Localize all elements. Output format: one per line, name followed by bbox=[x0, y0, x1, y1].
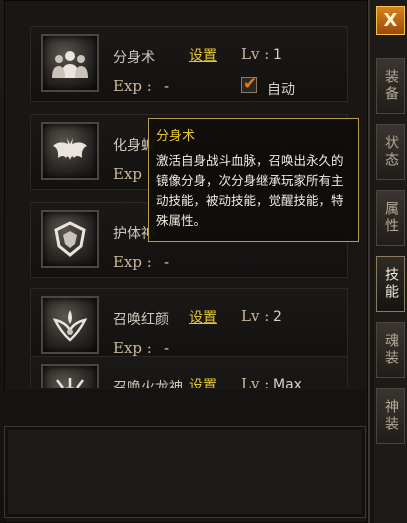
bat-icon bbox=[41, 122, 99, 180]
auto-label: 自动 bbox=[267, 82, 295, 98]
skill-settings-link[interactable]: 设置 bbox=[189, 45, 217, 65]
tab-soul-gear[interactable]: 魂装 bbox=[376, 322, 405, 378]
bat-glyph bbox=[53, 138, 87, 160]
description-box bbox=[4, 426, 366, 518]
tab-divine-gear[interactable]: 神装 bbox=[376, 388, 405, 444]
exp-value: - bbox=[164, 341, 170, 357]
skill-tooltip: 分身术 激活自身战斗血脉，召唤出永久的镜像分身，次分身继承玩家所有主动技能，被动… bbox=[148, 118, 359, 242]
level-label: Lv : bbox=[241, 375, 270, 388]
shield-icon bbox=[41, 210, 99, 268]
auto-checkbox[interactable]: ✔ bbox=[241, 74, 258, 94]
tooltip-description: 激活自身战斗血脉，召唤出永久的镜像分身，次分身继承玩家所有主动技能，被动技能，觉… bbox=[156, 153, 344, 228]
level-label: Lv : bbox=[241, 307, 270, 325]
close-button[interactable]: X bbox=[376, 6, 405, 35]
skill-row-clone[interactable]: 分身术 设置 Lv : 1 Exp : - ✔ 自动 bbox=[30, 26, 348, 102]
tab-skills[interactable]: 技能 bbox=[376, 256, 405, 312]
checkmark-icon: ✔ bbox=[243, 74, 258, 94]
shield-glyph bbox=[54, 221, 86, 257]
skill-name: 召唤红颜 bbox=[113, 312, 169, 328]
fire-dragon-glyph bbox=[56, 378, 84, 388]
level-label: Lv : bbox=[241, 45, 270, 63]
skill-name: 召唤火龙神 bbox=[113, 380, 183, 388]
tab-status[interactable]: 状态 bbox=[376, 124, 405, 180]
level-value: 2 bbox=[273, 309, 282, 325]
exp-value: - bbox=[164, 255, 170, 271]
exp-label: Exp : bbox=[113, 77, 152, 95]
tab-attributes[interactable]: 属性 bbox=[376, 190, 405, 246]
clone-figures-icon bbox=[41, 34, 99, 92]
skill-settings-link[interactable]: 设置 bbox=[189, 307, 217, 327]
skill-row-fire-dragon[interactable]: 召唤火龙神 设置 Lv : Max bbox=[30, 356, 348, 388]
fire-dragon-icon bbox=[41, 364, 99, 388]
clone-figures-glyph bbox=[52, 51, 88, 78]
tab-equipment[interactable]: 装备 bbox=[376, 58, 405, 114]
divider-strip bbox=[4, 390, 366, 426]
skill-settings-link[interactable]: 设置 bbox=[189, 375, 217, 388]
exp-value: - bbox=[164, 79, 170, 95]
tooltip-title: 分身术 bbox=[156, 129, 196, 144]
skill-row-summon-red[interactable]: 召唤红颜 设置 Lv : 2 Exp : - bbox=[30, 288, 348, 364]
exp-label: Exp : bbox=[113, 165, 152, 183]
exp-label: Exp : bbox=[113, 339, 152, 357]
summon-red-icon bbox=[41, 296, 99, 354]
skill-name: 分身术 bbox=[113, 50, 155, 66]
level-value: 1 bbox=[273, 47, 282, 63]
summon-red-glyph bbox=[52, 310, 88, 342]
exp-label: Exp : bbox=[113, 253, 152, 271]
level-value: Max bbox=[273, 377, 302, 388]
